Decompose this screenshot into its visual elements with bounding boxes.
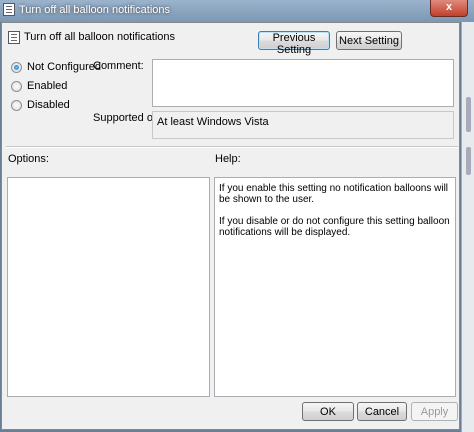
cancel-button[interactable]: Cancel (357, 402, 407, 421)
radio-enabled[interactable]: Enabled (11, 80, 67, 92)
options-panel[interactable] (7, 177, 210, 397)
radio-button[interactable] (11, 99, 22, 111)
help-panel[interactable]: If you enable this setting no notificati… (214, 177, 456, 397)
radio-label: Not Configured (27, 61, 101, 73)
previous-setting-button[interactable]: Previous Setting (258, 31, 330, 56)
help-label: Help: (215, 153, 241, 165)
radio-label: Enabled (27, 80, 68, 92)
policy-icon (8, 31, 20, 44)
background-window-edge (461, 22, 474, 432)
next-setting-button[interactable]: Next Setting (336, 31, 402, 50)
scrollbar-thumb (466, 97, 471, 132)
close-button[interactable]: x (430, 0, 468, 17)
options-label: Options: (8, 153, 49, 165)
apply-button[interactable]: Apply (411, 402, 458, 421)
close-icon: x (445, 1, 453, 13)
divider (6, 146, 458, 148)
supported-on-field: At least Windows Vista (152, 111, 454, 139)
comment-field[interactable] (152, 59, 454, 107)
window-title: Turn off all balloon notifications (19, 4, 171, 16)
ok-button[interactable]: OK (302, 402, 354, 421)
supported-on-value: At least Windows Vista (157, 116, 269, 128)
radio-button[interactable] (11, 61, 22, 73)
radio-label: Disabled (27, 99, 70, 111)
policy-dialog: Turn off all balloon notifications Previ… (1, 22, 460, 430)
setting-title: Turn off all balloon notifications (24, 31, 176, 43)
comment-label: Comment: (93, 60, 144, 72)
policy-icon (3, 3, 15, 16)
scrollbar-thumb (466, 147, 471, 175)
help-paragraph: If you disable or do not configure this … (219, 216, 450, 238)
radio-disabled[interactable]: Disabled (11, 99, 70, 111)
radio-not-configured[interactable]: Not Configured (11, 61, 101, 73)
title-bar[interactable]: Turn off all balloon notifications x (0, 0, 474, 22)
help-paragraph: If you enable this setting no notificati… (219, 183, 449, 205)
radio-button[interactable] (11, 80, 22, 92)
